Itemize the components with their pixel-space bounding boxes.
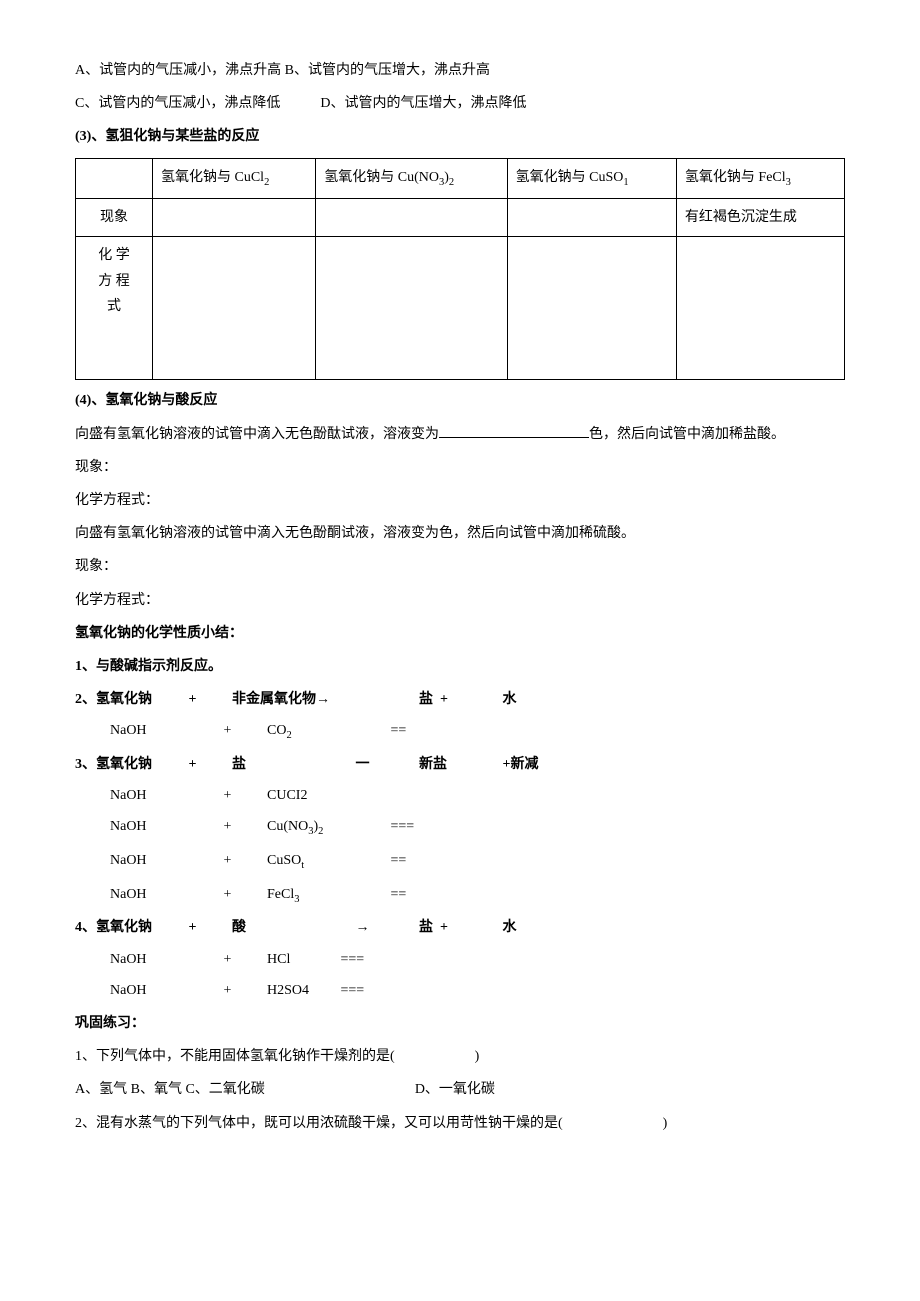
section3-title: (3)、氢狙化钠与某些盐的反应 — [75, 124, 845, 149]
summary-item3-eq4: NaOH + FeCl3 == — [75, 882, 845, 910]
option-a: A、试管内的气压减小，沸点升高 — [75, 63, 281, 78]
table-cell — [153, 237, 316, 380]
table-cell — [507, 199, 676, 237]
summary-item3-eq1: NaOH + CUCI2 — [75, 783, 845, 808]
summary-item3-eq2: NaOH + Cu(NO3)2 === — [75, 814, 845, 842]
practice-q1-options: A、氢气 B、氧气 C、二氧化碳 D、一氧化碳 — [75, 1077, 845, 1102]
table-row2-label: 化 学 方 程 式 — [76, 237, 153, 380]
q1-option-b: B、氧气 — [131, 1082, 182, 1097]
section4-title: (4)、氢氧化钠与酸反应 — [75, 388, 845, 413]
summary-item2-eq: NaOH + CO2 == — [75, 718, 845, 746]
option-line-cd: C、试管内的气压减小，沸点降低 D、试管内的气压增大，沸点降低 — [75, 91, 845, 116]
section4-phenomenon1: 现象： — [75, 455, 845, 480]
section4-line4: 向盛有氢氧化钠溶液的试管中滴入无色酚酮试液，溶液变为色，然后向试管中滴加稀硫酸。 — [75, 521, 845, 546]
table-cell — [316, 237, 507, 380]
reaction-table: 氢氧化钠与 CuCl2 氢氧化钠与 Cu(NO3)2 氢氧化钠与 CuSO1 氢… — [75, 158, 845, 381]
option-line-ab: A、试管内的气压减小，沸点升高 B、试管内的气压增大，沸点升高 — [75, 58, 845, 83]
q1-option-a: A、氢气 — [75, 1082, 127, 1097]
practice-title: 巩固练习： — [75, 1011, 845, 1036]
summary-item4-header: 4、氢氧化钠 + 酸 → 盐 + 水 — [75, 915, 845, 940]
practice-q2: 2、混有水蒸气的下列气体中，既可以用浓硫酸干燥，又可以用苛性钠干燥的是() — [75, 1111, 845, 1136]
option-b: B、试管内的气压增大，沸点升高 — [285, 63, 490, 78]
table-header-4: 氢氧化钠与 FeCl3 — [676, 158, 844, 199]
summary-item3-header: 3、氢氧化钠 + 盐 一 新盐 +新减 — [75, 752, 845, 777]
table-row1-label: 现象 — [76, 199, 153, 237]
table-header-3: 氢氧化钠与 CuSO1 — [507, 158, 676, 199]
section4-equation2: 化学方程式： — [75, 588, 845, 613]
table-cell-fecl3: 有红褐色沉淀生成 — [676, 199, 844, 237]
table-cell — [676, 237, 844, 380]
summary-title: 氢氧化钠的化学性质小结： — [75, 621, 845, 646]
table-cell — [316, 199, 507, 237]
section4-equation1: 化学方程式： — [75, 488, 845, 513]
practice-q1: 1、下列气体中，不能用固体氢氧化钠作干燥剂的是() — [75, 1044, 845, 1069]
q1-option-d: D、一氧化碳 — [415, 1082, 495, 1097]
table-cell — [153, 199, 316, 237]
summary-item4-eq1: NaOH + HCl === — [75, 947, 845, 972]
table-corner — [76, 158, 153, 199]
blank-field[interactable] — [439, 423, 589, 438]
table-header-1: 氢氧化钠与 CuCl2 — [153, 158, 316, 199]
table-cell — [507, 237, 676, 380]
option-c: C、试管内的气压减小，沸点降低 — [75, 96, 280, 111]
summary-item3-eq3: NaOH + CuSOt == — [75, 848, 845, 876]
summary-item4-eq2: NaOH + H2SO4 === — [75, 978, 845, 1003]
q1-option-c: C、二氧化碳 — [185, 1082, 264, 1097]
option-d: D、试管内的气压增大，沸点降低 — [320, 96, 526, 111]
section4-line1: 向盛有氢氧化钠溶液的试管中滴入无色酚酞试液，溶液变为色，然后向试管中滴加稀盐酸。 — [75, 422, 845, 447]
table-header-2: 氢氧化钠与 Cu(NO3)2 — [316, 158, 507, 199]
summary-item2-header: 2、氢氧化钠 + 非金属氧化物→ 盐 + 水 — [75, 687, 845, 712]
summary-item1: 1、与酸碱指示剂反应。 — [75, 654, 845, 679]
section4-phenomenon2: 现象： — [75, 554, 845, 579]
